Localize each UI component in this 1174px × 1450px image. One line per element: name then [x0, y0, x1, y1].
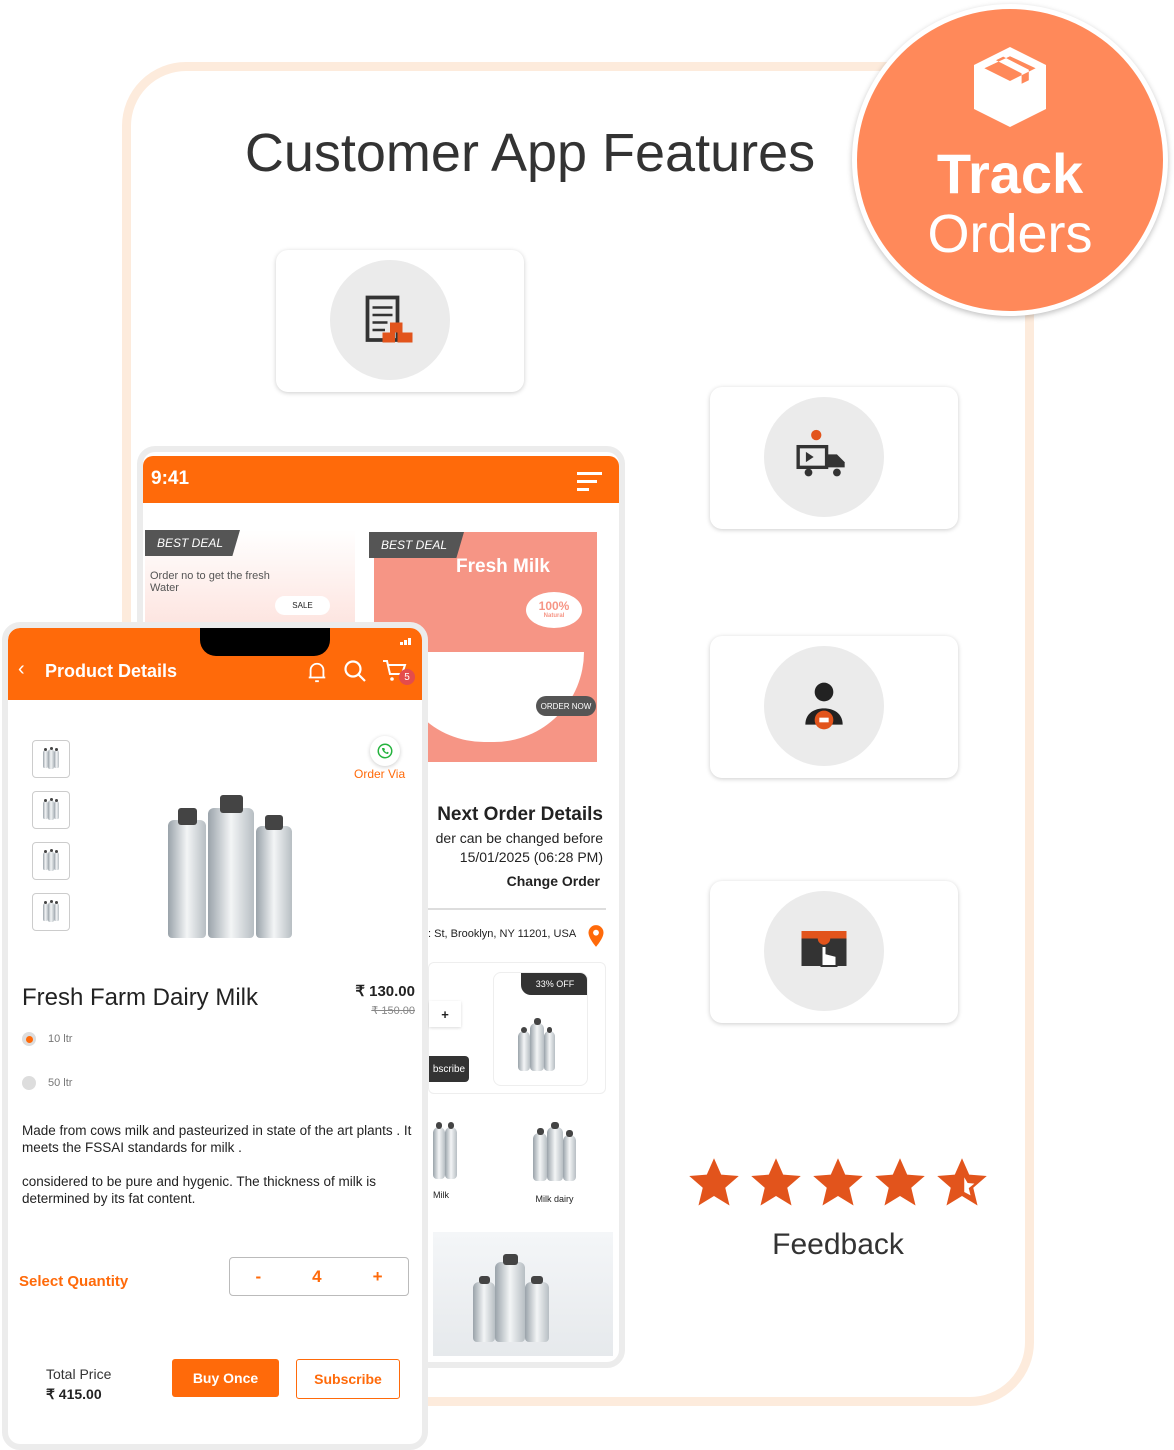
track-orders-badge: Track Orders — [852, 4, 1168, 316]
total-price-label: Total Price — [46, 1366, 112, 1382]
box-icon — [974, 47, 1046, 127]
category-milk-dairy[interactable]: Milk dairy — [533, 1121, 576, 1204]
thumbnail-list — [32, 740, 70, 931]
select-quantity-label: Select Quantity — [19, 1273, 129, 1290]
banner-text: Order no to get the fresh Water — [150, 570, 270, 594]
banner-title: Fresh Milk — [456, 556, 550, 577]
thumbnail[interactable] — [32, 893, 70, 931]
option-50-ltr[interactable]: 50 ltr — [22, 1076, 72, 1090]
track-line2: Orders — [927, 204, 1093, 264]
product-price: ₹ 130.00 — [355, 983, 415, 1000]
rating-stars — [686, 1156, 990, 1210]
best-deal-badge: BEST DEAL — [145, 530, 240, 556]
option-10-ltr[interactable]: 10 ltr — [22, 1032, 72, 1046]
description-2: considered to be pure and hygenic. The t… — [22, 1174, 376, 1206]
option-label: 50 ltr — [48, 1077, 73, 1089]
feature-card-checklist — [276, 250, 524, 392]
delivery-truck-location-icon — [796, 429, 845, 477]
home-header: 9:41 — [143, 456, 619, 503]
product-image-card: 33% OFF — [493, 972, 588, 1086]
natural-badge: 100% Natural — [526, 592, 582, 628]
category-label: Milk dairy — [535, 1194, 574, 1204]
star-icon — [875, 1158, 925, 1206]
order-via-label[interactable]: Order Via — [354, 767, 405, 781]
quantity-value[interactable]: 4 — [312, 1267, 321, 1287]
status-time: 9:41 — [151, 468, 190, 489]
location-pin-icon[interactable] — [586, 924, 606, 948]
feature-card-order — [710, 881, 958, 1023]
star-icon — [751, 1158, 801, 1206]
cart-count-badge: 5 — [399, 669, 415, 685]
divider — [428, 908, 606, 910]
signal-icon — [400, 638, 411, 645]
increase-button[interactable]: + — [373, 1267, 383, 1287]
product-name: Fresh Farm Dairy Milk — [22, 984, 259, 1011]
total-price-value: ₹ 415.00 — [46, 1386, 102, 1402]
address-text: : St, Brooklyn, NY 11201, USA — [428, 928, 577, 940]
order-now-button[interactable]: ORDER NOW — [536, 696, 596, 716]
product-card[interactable]: + bscribe 33% OFF — [428, 962, 606, 1094]
decrease-button[interactable]: - — [255, 1267, 261, 1287]
buy-once-button[interactable]: Buy Once — [172, 1359, 279, 1397]
checklist-boxes-icon — [365, 295, 413, 343]
back-icon[interactable]: ‹ — [18, 658, 25, 681]
option-label: 10 ltr — [48, 1033, 73, 1045]
track-line1: Track — [936, 142, 1084, 205]
product-image — [518, 1018, 555, 1076]
sale-button[interactable]: SALE — [275, 596, 330, 615]
radio-selected[interactable] — [22, 1032, 36, 1046]
promo-banner-image[interactable] — [433, 1232, 613, 1356]
search-icon[interactable] — [343, 659, 367, 683]
natural-percent: 100% — [538, 599, 570, 613]
half-star-icon — [937, 1158, 987, 1206]
quantity-stepper: - 4 + — [229, 1257, 409, 1296]
natural-label: Natural — [543, 613, 565, 619]
thumbnail[interactable] — [32, 791, 70, 829]
product-header: ‹ Product Details 5 — [8, 628, 422, 700]
user-delivery-icon — [805, 682, 843, 730]
product-old-price: ₹ 150.00 — [371, 1005, 415, 1017]
page-title: Customer App Features — [244, 123, 816, 183]
feedback-label: Feedback — [772, 1228, 904, 1261]
radio-unselected[interactable] — [22, 1076, 36, 1090]
star-icon — [813, 1158, 863, 1206]
menu-icon[interactable] — [577, 472, 602, 491]
header-title: Product Details — [45, 661, 178, 681]
category-milk[interactable]: Milk — [433, 1121, 457, 1200]
category-label: Milk — [433, 1190, 449, 1200]
discount-badge: 33% OFF — [521, 973, 587, 995]
feature-card-profile — [710, 636, 958, 778]
subscribe-button[interactable]: Subscribe — [296, 1359, 400, 1399]
tap-order-box-icon — [801, 931, 847, 967]
notch — [200, 628, 330, 656]
thumbnail[interactable] — [32, 842, 70, 880]
whatsapp-icon[interactable] — [370, 736, 400, 766]
plus-button[interactable]: + — [429, 1001, 461, 1027]
banner-water[interactable]: BEST DEAL Order no to get the fresh Wate… — [145, 530, 355, 630]
product-main-image — [168, 795, 292, 938]
product-details-phone: ‹ Product Details 5 Order Via Fresh Farm… — [2, 622, 428, 1450]
star-icon — [689, 1158, 739, 1206]
best-deal-badge: BEST DEAL — [369, 532, 464, 558]
subscribe-button[interactable]: bscribe — [429, 1056, 469, 1082]
feature-card-delivery — [710, 387, 958, 529]
bell-icon[interactable] — [306, 659, 328, 685]
description-1: Made from cows milk and pasteurized in s… — [22, 1123, 412, 1155]
thumbnail[interactable] — [32, 740, 70, 778]
